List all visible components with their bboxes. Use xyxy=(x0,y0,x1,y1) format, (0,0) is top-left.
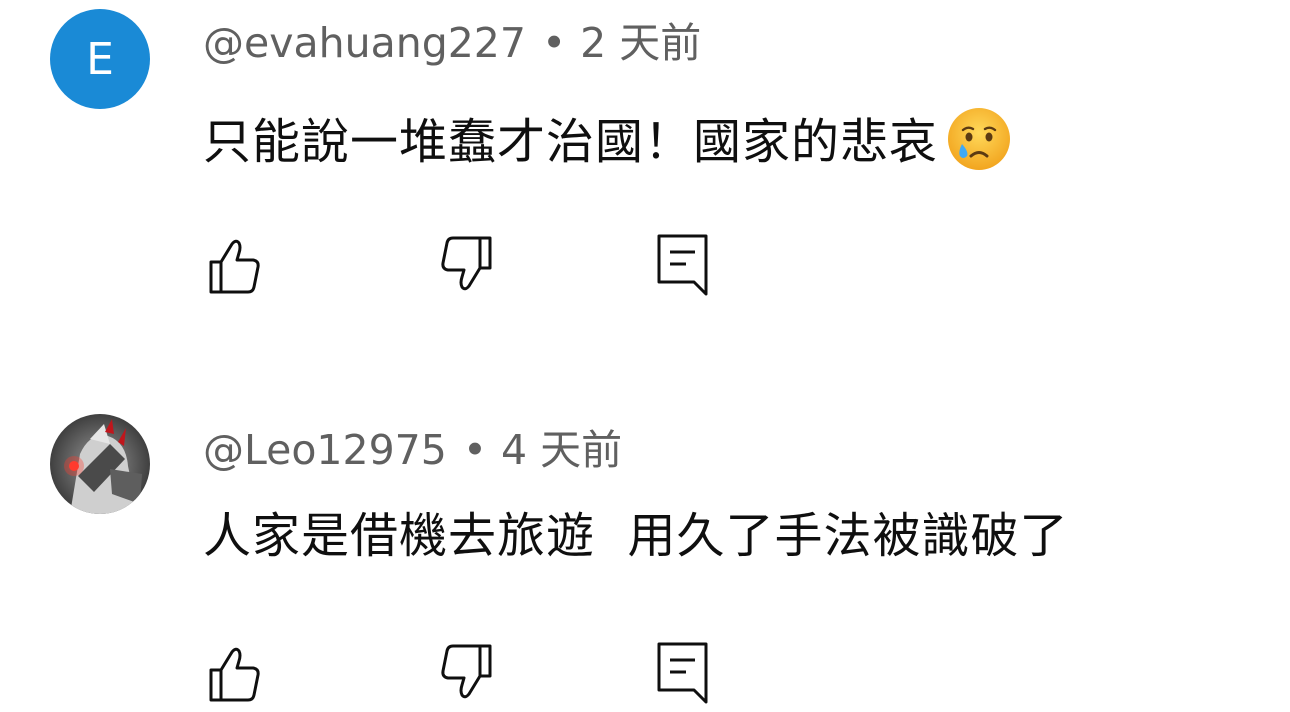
comment-actions xyxy=(0,638,1290,708)
reply-icon xyxy=(657,642,708,704)
comment-actions xyxy=(0,230,1290,300)
avatar-image xyxy=(50,414,150,514)
like-button[interactable] xyxy=(198,230,268,300)
comment-text-content: 人家是借機去旅遊 用久了手法被識破了 xyxy=(203,508,1069,564)
comment-text-content: 只能說一堆蠢才治國！國家的悲哀 xyxy=(203,114,939,170)
comment-meta: @evahuang227 • 2 天前 xyxy=(203,23,701,64)
comment-text: 人家是借機去旅遊 用久了手法被識破了 xyxy=(203,512,1069,560)
reply-icon xyxy=(657,234,708,296)
avatar[interactable]: E xyxy=(50,9,150,109)
comment-meta: @Leo12975 • 4 天前 xyxy=(203,430,622,471)
comment-text: 只能說一堆蠢才治國！國家的悲哀 xyxy=(203,106,1012,172)
thumbs-up-icon xyxy=(209,647,260,702)
reply-button[interactable] xyxy=(643,638,713,708)
avatar[interactable] xyxy=(50,414,150,514)
dislike-button[interactable] xyxy=(433,230,503,300)
thumbs-up-icon xyxy=(209,239,260,294)
like-button[interactable] xyxy=(198,638,268,708)
comment-author[interactable]: @Leo12975 xyxy=(203,426,447,474)
comment-time[interactable]: 4 天前 xyxy=(501,426,622,474)
meta-separator: • xyxy=(462,426,488,474)
dislike-button[interactable] xyxy=(433,638,503,708)
thumbs-down-icon xyxy=(441,236,492,291)
comment-time[interactable]: 2 天前 xyxy=(580,19,701,67)
meta-separator: • xyxy=(541,19,567,67)
comment-author[interactable]: @evahuang227 xyxy=(203,19,526,67)
avatar-letter: E xyxy=(50,9,150,109)
reply-button[interactable] xyxy=(643,230,713,300)
crying-face-icon xyxy=(948,108,1011,170)
thumbs-down-icon xyxy=(441,644,492,699)
